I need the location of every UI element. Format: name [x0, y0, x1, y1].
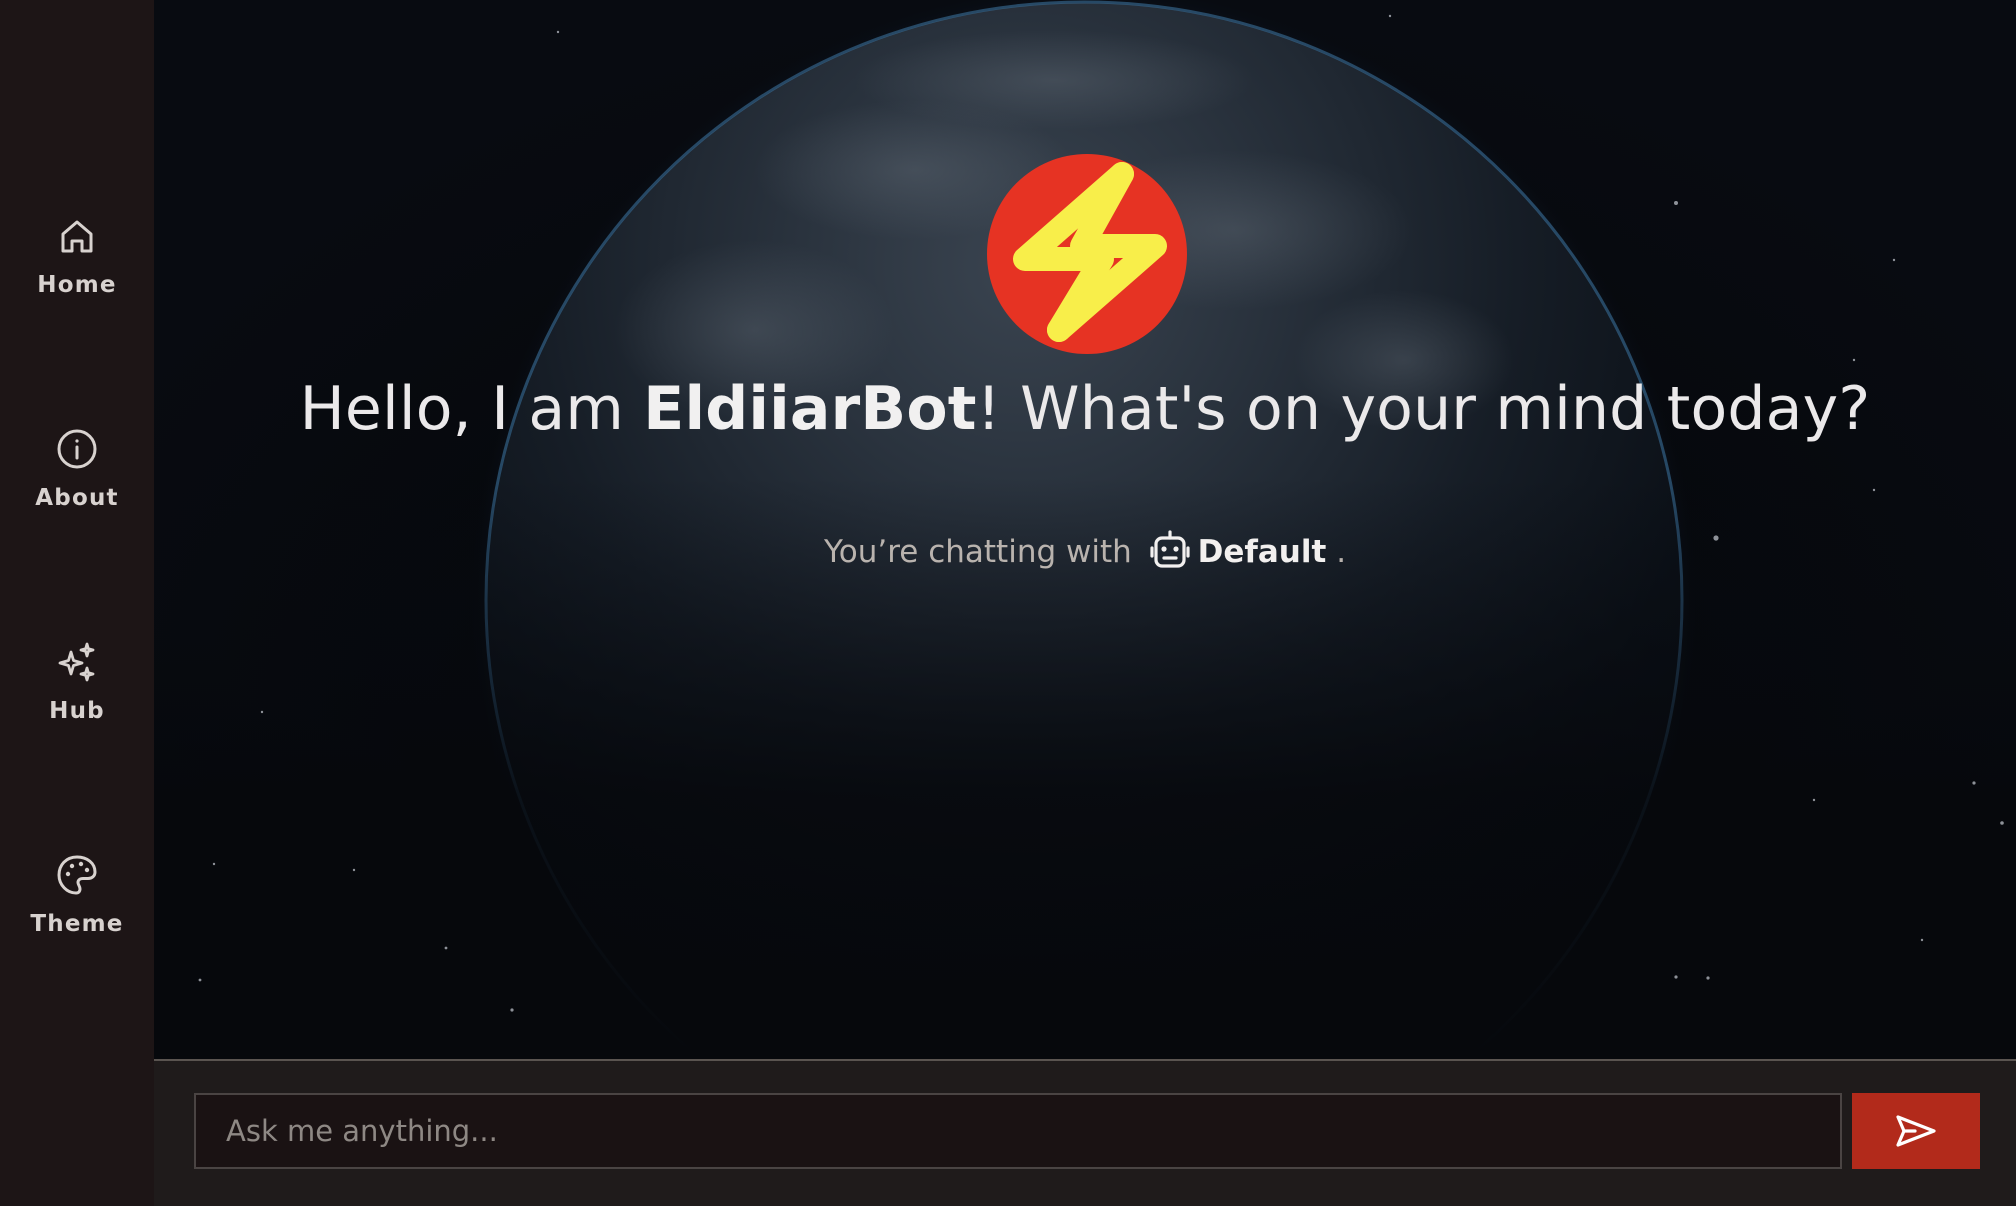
sidebar-item-theme[interactable]: Theme [0, 853, 154, 937]
greeting-headline: Hello, I am EldiiarBot! What's on your m… [154, 374, 2016, 444]
sidebar-item-label: Hub [49, 698, 105, 724]
bot-name: EldiiarBot [643, 374, 977, 444]
send-button[interactable] [1852, 1093, 1980, 1169]
sidebar-item-about[interactable]: About [0, 427, 154, 511]
chatting-prefix: You’re chatting with [823, 534, 1132, 570]
composer-bar [154, 1059, 2016, 1206]
sparkles-icon [55, 640, 99, 684]
info-icon [55, 427, 99, 471]
robot-icon [1148, 528, 1192, 572]
sidebar-item-label: Theme [30, 911, 124, 937]
sidebar-item-label: About [35, 485, 119, 511]
chatting-suffix: . [1336, 534, 1347, 570]
main-panel: Hello, I am EldiiarBot! What's on your m… [154, 0, 2016, 1060]
chatting-with-line: You’re chatting with Default . [154, 528, 2016, 572]
greeting-prefix: Hello, I am [299, 374, 644, 444]
sidebar-item-hub[interactable]: Hub [0, 640, 154, 724]
sidebar: Home About Hub Theme [0, 0, 154, 1206]
palette-icon [55, 853, 99, 897]
lightning-bolt-icon [987, 154, 1187, 354]
app-window: Home About Hub Theme Hello, I am Eldiiar… [0, 0, 2016, 1206]
greeting-suffix: ! What's on your mind today? [976, 374, 1871, 444]
home-icon [55, 214, 99, 258]
model-selector[interactable]: Default [1198, 534, 1327, 570]
sidebar-item-label: Home [37, 272, 117, 298]
chat-input[interactable] [194, 1093, 1842, 1169]
send-icon [1895, 1114, 1937, 1148]
sidebar-item-home[interactable]: Home [0, 214, 154, 298]
